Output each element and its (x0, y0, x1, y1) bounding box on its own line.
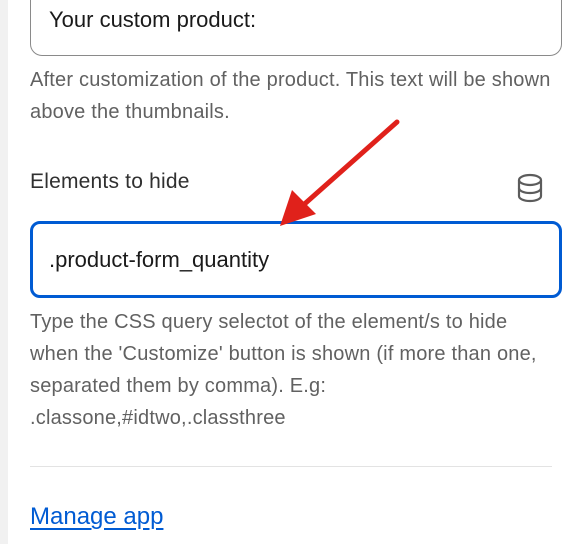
database-icon[interactable] (516, 173, 544, 203)
custom-product-title-help: After customization of the product. This… (30, 69, 551, 123)
elements-to-hide-input[interactable]: .product-form_quantity (30, 221, 562, 298)
elements-to-hide-help: Type the CSS query selectot of the eleme… (30, 311, 537, 429)
custom-product-title-field[interactable]: Your custom product: (30, 0, 562, 56)
manage-app-link[interactable]: Manage app (30, 503, 163, 531)
custom-product-title-value: Your custom product: (49, 7, 257, 32)
section-divider (30, 466, 552, 467)
settings-panel: Your custom product: After customization… (8, 0, 588, 544)
elements-to-hide-value: .product-form_quantity (49, 246, 270, 272)
elements-to-hide-label: Elements to hide (30, 170, 190, 193)
